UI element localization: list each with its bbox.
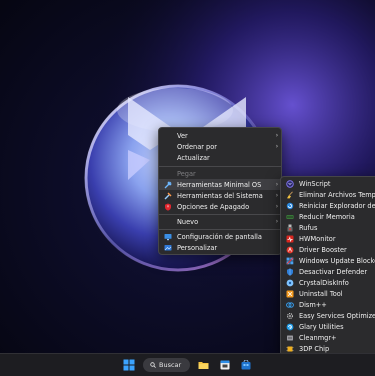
submenu-item-easy-services-optimizer[interactable]: Easy Services Optimizer: [281, 310, 375, 321]
store-icon: [241, 360, 251, 370]
menu-item-label: Actualizar: [177, 153, 210, 162]
search-icon: [150, 362, 156, 368]
display-settings-icon: [163, 232, 172, 241]
submenu-item-rufus[interactable]: Rufus: [281, 222, 375, 233]
menu-item-nuevo[interactable]: Nuevo ›: [159, 216, 281, 227]
submenu-item-label: Driver Booster: [299, 245, 347, 254]
submenu-item-label: Reiniciar Explorador de Archivos: [299, 201, 375, 210]
taskbar-search[interactable]: Buscar: [143, 358, 190, 372]
services-optimizer-icon: [285, 311, 294, 320]
menu-item-label: Opciones de Apagado: [177, 202, 250, 211]
personalize-icon: [163, 243, 172, 252]
minimal-os-tools-submenu: WinScript Eliminar Archivos Temporales R…: [280, 176, 375, 356]
update-blocker-icon: [285, 256, 294, 265]
submenu-item-label: Eliminar Archivos Temporales: [299, 190, 375, 199]
chevron-right-icon: ›: [275, 132, 279, 139]
submenu-item-label: Rufus: [299, 223, 318, 232]
tools-icon: [163, 180, 172, 189]
submenu-item-label: Desactivar Defender: [299, 267, 368, 276]
submenu-item-dism[interactable]: Dism++: [281, 299, 375, 310]
file-explorer-button[interactable]: [196, 357, 210, 373]
menu-item-pegar[interactable]: Pegar: [159, 168, 281, 179]
submenu-item-winscript[interactable]: WinScript: [281, 178, 375, 189]
menu-item-ver[interactable]: Ver ›: [159, 130, 281, 141]
submenu-item-driver-booster[interactable]: Driver Booster: [281, 244, 375, 255]
winscript-icon: [285, 179, 294, 188]
submenu-item-desactivar-defender[interactable]: Desactivar Defender: [281, 266, 375, 277]
memory-icon: [285, 212, 294, 221]
submenu-item-label: HWMonitor: [299, 234, 336, 243]
menu-item-label: Nuevo: [177, 217, 199, 226]
menu-item-label: Herramientas Minimal OS: [177, 180, 262, 189]
store-button[interactable]: [239, 357, 253, 373]
menu-item-opciones-de-apagado[interactable]: Opciones de Apagado ›: [159, 201, 281, 212]
glary-icon: [285, 322, 294, 331]
submenu-item-eliminar-archivos-temporales[interactable]: Eliminar Archivos Temporales: [281, 189, 375, 200]
submenu-item-reducir-memoria[interactable]: Reducir Memoria: [281, 211, 375, 222]
menu-item-label: Ver: [177, 131, 188, 140]
calendar-app-icon: [220, 360, 230, 370]
search-label: Buscar: [159, 361, 182, 369]
submenu-item-label: Reducir Memoria: [299, 212, 355, 221]
menu-item-label: Personalizar: [177, 243, 218, 252]
chevron-right-icon: ›: [275, 143, 279, 150]
menu-separator: [159, 214, 281, 215]
submenu-item-label: 3DP Chip: [299, 344, 330, 353]
driver-booster-icon: [285, 245, 294, 254]
submenu-item-label: Easy Services Optimizer: [299, 311, 375, 320]
submenu-item-label: Uninstall Tool: [299, 289, 343, 298]
submenu-item-label: Dism++: [299, 300, 327, 309]
defender-icon: [285, 267, 294, 276]
menu-item-label: Configuración de pantalla: [177, 232, 262, 241]
calendar-app-button[interactable]: [218, 357, 232, 373]
rufus-icon: [285, 223, 294, 232]
menu-item-label: Ordenar por: [177, 142, 217, 151]
broom-icon: [285, 190, 294, 199]
submenu-item-reiniciar-explorador[interactable]: Reiniciar Explorador de Archivos: [281, 200, 375, 211]
submenu-item-hwmonitor[interactable]: HWMonitor: [281, 233, 375, 244]
menu-item-personalizar[interactable]: Personalizar: [159, 242, 281, 253]
submenu-item-windows-update-blocker[interactable]: Windows Update Blocker: [281, 255, 375, 266]
menu-item-configuracion-de-pantalla[interactable]: Configuración de pantalla: [159, 231, 281, 242]
desktop-context-menu: Ver › Ordenar por › Actualizar Pegar Her…: [158, 127, 282, 255]
menu-item-label: Herramientas del Sistema: [177, 191, 263, 200]
crystaldisk-icon: [285, 278, 294, 287]
system-tools-icon: [163, 191, 172, 200]
submenu-item-label: Glary Utilities: [299, 322, 344, 331]
submenu-item-label: Windows Update Blocker: [299, 256, 375, 265]
submenu-item-label: Cleanmgr+: [299, 333, 337, 342]
cleanmgr-icon: [285, 333, 294, 342]
menu-item-label: Pegar: [177, 169, 196, 178]
submenu-item-glary-utilities[interactable]: Glary Utilities: [281, 321, 375, 332]
submenu-item-cleanmgr[interactable]: Cleanmgr+: [281, 332, 375, 343]
menu-item-herramientas-minimal-os[interactable]: Herramientas Minimal OS ›: [159, 179, 281, 190]
file-explorer-icon: [198, 362, 208, 369]
explorer-restart-icon: [285, 201, 294, 210]
menu-item-ordenar-por[interactable]: Ordenar por ›: [159, 141, 281, 152]
menu-separator: [159, 166, 281, 167]
menu-item-actualizar[interactable]: Actualizar: [159, 152, 281, 163]
submenu-item-uninstall-tool[interactable]: Uninstall Tool: [281, 288, 375, 299]
shield-power-icon: [163, 202, 172, 211]
uninstall-tool-icon: [285, 289, 294, 298]
dism-icon: [285, 300, 294, 309]
start-icon: [123, 359, 135, 371]
3dp-chip-icon: [285, 344, 294, 353]
hwmonitor-icon: [285, 234, 294, 243]
submenu-item-crystaldiskinfo[interactable]: CrystalDiskInfo: [281, 277, 375, 288]
menu-item-herramientas-del-sistema[interactable]: Herramientas del Sistema ›: [159, 190, 281, 201]
taskbar: Buscar: [0, 353, 375, 376]
start-button[interactable]: [121, 357, 137, 373]
submenu-item-label: WinScript: [299, 179, 331, 188]
submenu-item-label: CrystalDiskInfo: [299, 278, 349, 287]
menu-separator: [159, 229, 281, 230]
